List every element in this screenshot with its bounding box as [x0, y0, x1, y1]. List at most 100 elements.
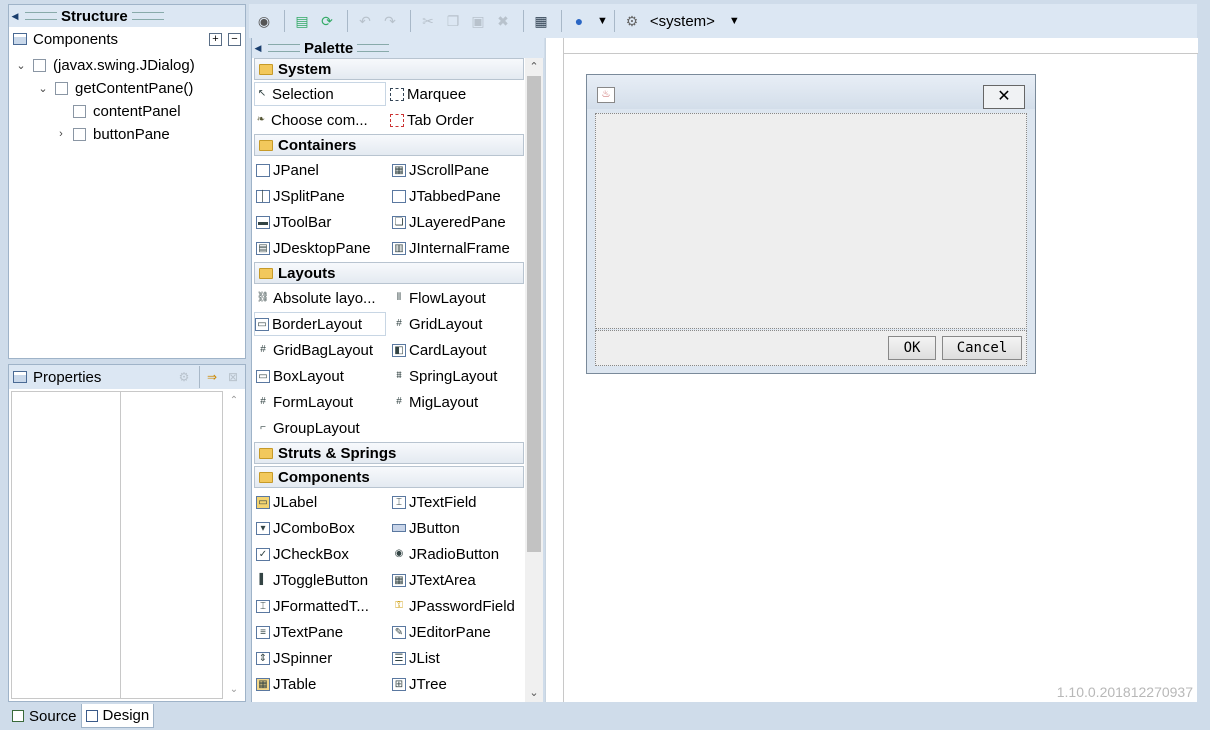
palette-item-jlayeredpane[interactable]: ❏ JLayeredPane [392, 210, 506, 234]
palette-item-jpanel[interactable]: JPanel [256, 158, 319, 182]
palette-item-jtabbedpane[interactable]: JTabbedPane [392, 184, 501, 208]
grip-icon[interactable] [268, 44, 300, 52]
palette-item-jcombobox[interactable]: ▾ JComboBox [256, 516, 355, 540]
palette-item-jbutton[interactable]: JButton [392, 516, 460, 540]
palette-item-label: Selection [272, 85, 334, 103]
palette-item-jscrollpane[interactable]: ▦ JScrollPane [392, 158, 489, 182]
palette-item-boxlayout[interactable]: ▭ BoxLayout [256, 364, 344, 388]
collapse-left-icon[interactable]: ◀ [252, 41, 264, 55]
scroll-up-icon[interactable]: ⌃ [525, 58, 543, 76]
palette-item-jlabel[interactable]: ▭ JLabel [256, 490, 317, 514]
show-events-icon[interactable]: ⚙ [175, 366, 193, 388]
palette-scrollbar[interactable]: ⌃ ⌄ [525, 58, 543, 702]
palette-item-miglayout[interactable]: # MigLayout [392, 390, 478, 414]
grip-icon[interactable] [357, 44, 390, 52]
chevron-down-icon[interactable]: ▼ [729, 15, 740, 27]
palette-item-formlayout[interactable]: # FormLayout [256, 390, 353, 414]
palette-item-grouplayout[interactable]: ⌐ GroupLayout [256, 416, 360, 440]
chevron-right-icon[interactable]: › [53, 128, 69, 140]
tab-order-icon[interactable]: ▦ [530, 10, 552, 32]
scroll-down-icon[interactable]: ⌄ [225, 684, 243, 695]
palette-item-flowlayout[interactable]: ⫴ FlowLayout [392, 286, 486, 310]
palette-item-label: JScrollPane [409, 161, 490, 179]
cancel-button[interactable]: Cancel [942, 336, 1022, 360]
goto-definition-icon[interactable]: ⇒ [203, 366, 221, 388]
delete-icon[interactable]: ✖ [492, 10, 514, 32]
close-icon[interactable]: ✕ [983, 85, 1025, 109]
globe-icon[interactable]: ● [568, 10, 590, 32]
refresh-icon[interactable]: ⟳ [316, 10, 338, 32]
palette-item-jtextarea[interactable]: ▦ JTextArea [392, 568, 476, 592]
palette-item-jtogglebutton[interactable]: ▌ JToggleButton [256, 568, 368, 592]
category-struts-springs[interactable]: Struts & Springs [254, 442, 524, 464]
ok-button[interactable]: OK [888, 336, 936, 360]
palette-item-label: JDesktopPane [273, 239, 371, 257]
palette-item-jpasswordfield[interactable]: ⚿ JPasswordField [392, 594, 515, 618]
scroll-down-icon[interactable]: ⌄ [525, 684, 543, 702]
palette-item-jlist[interactable]: ☰ JList [392, 646, 440, 670]
scrollbar-thumb[interactable] [527, 76, 541, 552]
palette-item-jspinner[interactable]: ⇕ JSpinner [256, 646, 332, 670]
tab-source[interactable]: Source [8, 704, 81, 728]
palette-item-gridbaglayout[interactable]: # GridBagLayout [256, 338, 373, 362]
palette-item-cardlayout[interactable]: ◧ CardLayout [392, 338, 487, 362]
chevron-down-icon[interactable]: ▼ [597, 15, 608, 27]
palette-item-jformattedtextfield[interactable]: ⌶ JFormattedT... [256, 594, 369, 618]
palette-item-jtable[interactable]: ▦ JTable [256, 672, 316, 696]
chevron-down-icon[interactable]: ⌄ [13, 59, 29, 72]
button-pane[interactable]: OK Cancel [595, 330, 1027, 366]
palette-item-marquee[interactable]: Marquee [390, 82, 466, 106]
tab-design[interactable]: Design [80, 704, 155, 728]
copy-icon[interactable]: ❐ [442, 10, 464, 32]
look-and-feel-selector[interactable]: <system> [650, 13, 715, 30]
test-gui-icon[interactable]: ◉ [253, 10, 275, 32]
tree-item-content-pane[interactable]: ⌄ getContentPane() [35, 77, 193, 99]
chevron-down-icon[interactable]: ⌄ [35, 82, 51, 95]
palette-item-jtree[interactable]: ⊞ JTree [392, 672, 447, 696]
grip-icon[interactable] [25, 12, 57, 20]
palette-item-jcheckbox[interactable]: ✓ JCheckBox [256, 542, 349, 566]
dialog-title-bar[interactable]: ♨ ✕ [587, 75, 1035, 109]
preview-icon[interactable]: ▤ [291, 10, 313, 32]
palette-item-jtoolbar[interactable]: ▬ JToolBar [256, 210, 331, 234]
palette-item-label: JEditorPane [409, 623, 491, 641]
collapse-left-icon[interactable]: ◀ [9, 9, 21, 23]
cut-icon[interactable]: ✂ [417, 10, 439, 32]
palette-item-tab-order[interactable]: Tab Order [390, 108, 474, 132]
expand-all-button[interactable]: + [209, 32, 222, 46]
palette-item-jradiobutton[interactable]: ◉ JRadioButton [392, 542, 499, 566]
collapse-all-button[interactable]: − [228, 32, 241, 46]
palette-item-jtextpane[interactable]: ≡ JTextPane [256, 620, 343, 644]
design-canvas[interactable]: ♨ ✕ OK Cancel 1.10.0.201812270937 [545, 38, 1198, 702]
category-layouts[interactable]: Layouts [254, 262, 524, 284]
paste-icon[interactable]: ▣ [467, 10, 489, 32]
palette-item-choose-component[interactable]: ❧ Choose com... [254, 108, 368, 132]
restore-default-icon[interactable]: ⊠ [224, 366, 242, 388]
grip-icon[interactable] [131, 12, 164, 20]
palette-item-label: JTable [273, 675, 317, 693]
tree-item-button-pane[interactable]: › buttonPane [53, 123, 170, 145]
category-system[interactable]: System [254, 58, 524, 80]
palette-item-jinternalframe[interactable]: ▥ JInternalFrame [392, 236, 510, 260]
jdialog-preview[interactable]: ♨ ✕ OK Cancel [586, 74, 1036, 374]
palette-item-jdesktoppane[interactable]: ▤ JDesktopPane [256, 236, 371, 260]
palette-item-jsplitpane[interactable]: │ JSplitPane [256, 184, 345, 208]
tree-item-jdialog[interactable]: ⌄ (javax.swing.JDialog) [13, 54, 195, 76]
palette-item-selection[interactable]: ↖ Selection [254, 82, 386, 106]
palette-item-springlayout[interactable]: ⩩ SpringLayout [392, 364, 497, 388]
palette-item-jeditorpane[interactable]: ✎ JEditorPane [392, 620, 491, 644]
palette-item-gridlayout[interactable]: # GridLayout [392, 312, 482, 336]
redo-icon[interactable]: ↷ [379, 10, 401, 32]
category-components[interactable]: Components [254, 466, 524, 488]
look-and-feel-icon[interactable]: ⚙ [621, 10, 643, 32]
tree-item-label: (javax.swing.JDialog) [53, 56, 195, 74]
scroll-up-icon[interactable]: ⌃ [225, 395, 243, 406]
tree-item-content-panel[interactable]: contentPanel [69, 100, 181, 122]
content-panel[interactable] [595, 113, 1027, 329]
palette-item-borderlayout[interactable]: ▭ BorderLayout [254, 312, 386, 336]
category-containers[interactable]: Containers [254, 134, 524, 156]
properties-scrollbar[interactable]: ⌃ ⌄ [225, 391, 243, 699]
palette-item-jtextfield[interactable]: ⌶ JTextField [392, 490, 477, 514]
undo-icon[interactable]: ↶ [354, 10, 376, 32]
palette-item-absolute-layout[interactable]: ⛓ Absolute layo... [256, 286, 376, 310]
